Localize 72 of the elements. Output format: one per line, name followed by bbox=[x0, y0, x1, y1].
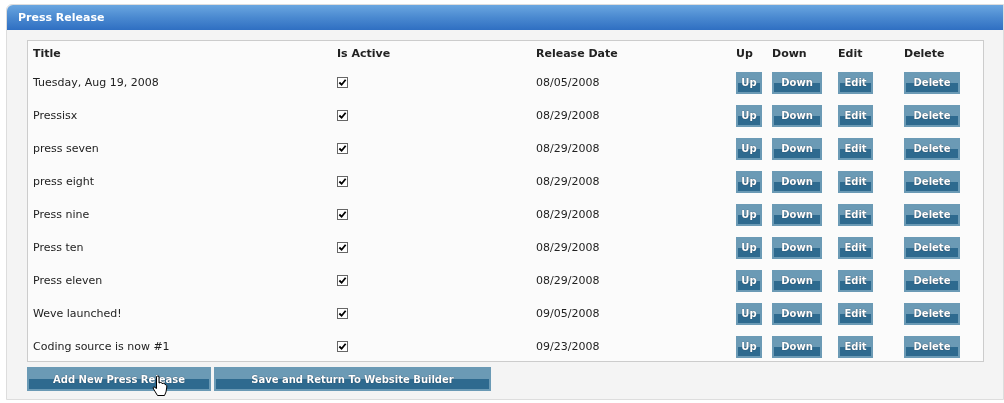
row-button[interactable]: Delete bbox=[904, 302, 960, 325]
row-button[interactable]: Down bbox=[772, 302, 822, 325]
table-cell: 08/29/2008 bbox=[536, 208, 600, 221]
checkbox[interactable] bbox=[337, 110, 348, 121]
checkbox[interactable] bbox=[337, 242, 348, 253]
row-button[interactable]: Down bbox=[772, 335, 822, 358]
checkbox[interactable] bbox=[337, 77, 348, 88]
row-button[interactable]: Down bbox=[772, 203, 822, 226]
column-header: Is Active bbox=[337, 47, 391, 60]
row-button[interactable]: Down bbox=[772, 137, 822, 160]
checkbox[interactable] bbox=[337, 275, 348, 286]
table-cell: 08/29/2008 bbox=[536, 175, 600, 188]
table-cell: 08/05/2008 bbox=[536, 76, 600, 89]
row-button[interactable]: Delete bbox=[904, 236, 960, 259]
row-button[interactable]: Down bbox=[772, 104, 822, 127]
table-cell: Press eleven bbox=[33, 274, 103, 287]
table-cell: press eight bbox=[33, 175, 95, 188]
row-button[interactable]: Delete bbox=[904, 104, 960, 127]
row-button[interactable]: Delete bbox=[904, 71, 960, 94]
row-button[interactable]: Up bbox=[736, 104, 762, 127]
row-button[interactable]: Delete bbox=[904, 137, 960, 160]
table-cell: 08/29/2008 bbox=[536, 109, 600, 122]
row-button[interactable]: Edit bbox=[838, 71, 873, 94]
column-header: Title bbox=[33, 47, 61, 60]
row-button[interactable]: Edit bbox=[838, 203, 873, 226]
row-button[interactable]: Edit bbox=[838, 170, 873, 193]
checkbox[interactable] bbox=[337, 143, 348, 154]
column-header: Up bbox=[736, 47, 753, 60]
row-button[interactable]: Delete bbox=[904, 269, 960, 292]
row-button[interactable]: Up bbox=[736, 203, 762, 226]
row-button[interactable]: Up bbox=[736, 236, 762, 259]
table-cell: Press ten bbox=[33, 241, 84, 254]
row-button[interactable]: Delete bbox=[904, 170, 960, 193]
table-cell: press seven bbox=[33, 142, 99, 155]
panel-title: Press Release bbox=[18, 11, 105, 24]
row-button[interactable]: Up bbox=[736, 302, 762, 325]
column-header: Down bbox=[772, 47, 807, 60]
row-button[interactable]: Down bbox=[772, 269, 822, 292]
table-cell: 08/29/2008 bbox=[536, 274, 600, 287]
row-button[interactable]: Edit bbox=[838, 269, 873, 292]
row-button[interactable]: Edit bbox=[838, 137, 873, 160]
table-cell: 09/23/2008 bbox=[536, 340, 600, 353]
row-button[interactable]: Edit bbox=[838, 236, 873, 259]
table-cell: Tuesday, Aug 19, 2008 bbox=[33, 76, 159, 89]
table-cell: Weve launched! bbox=[33, 307, 122, 320]
checkbox[interactable] bbox=[337, 176, 348, 187]
table-cell: Pressisx bbox=[33, 109, 78, 122]
row-button[interactable]: Down bbox=[772, 170, 822, 193]
checkbox[interactable] bbox=[337, 308, 348, 319]
row-button[interactable]: Down bbox=[772, 71, 822, 94]
row-button[interactable]: Up bbox=[736, 170, 762, 193]
table-cell: 08/29/2008 bbox=[536, 142, 600, 155]
row-button[interactable]: Up bbox=[736, 137, 762, 160]
checkbox[interactable] bbox=[337, 341, 348, 352]
row-button[interactable]: Delete bbox=[904, 203, 960, 226]
checkbox[interactable] bbox=[337, 209, 348, 220]
row-button[interactable]: Edit bbox=[838, 335, 873, 358]
table-cell: 09/05/2008 bbox=[536, 307, 600, 320]
row-button[interactable]: Edit bbox=[838, 104, 873, 127]
row-button[interactable]: Delete bbox=[904, 335, 960, 358]
table-cell: 08/29/2008 bbox=[536, 241, 600, 254]
column-header: Release Date bbox=[536, 47, 618, 60]
row-button[interactable]: Edit bbox=[838, 302, 873, 325]
column-header: Delete bbox=[904, 47, 945, 60]
column-header: Edit bbox=[838, 47, 863, 60]
row-button[interactable]: Down bbox=[772, 236, 822, 259]
table-cell: Coding source is now #1 bbox=[33, 340, 170, 353]
action-button[interactable]: Save and Return To Website Builder bbox=[214, 367, 491, 391]
table-cell: Press nine bbox=[33, 208, 90, 221]
row-button[interactable]: Up bbox=[736, 269, 762, 292]
row-button[interactable]: Up bbox=[736, 71, 762, 94]
row-button[interactable]: Up bbox=[736, 335, 762, 358]
